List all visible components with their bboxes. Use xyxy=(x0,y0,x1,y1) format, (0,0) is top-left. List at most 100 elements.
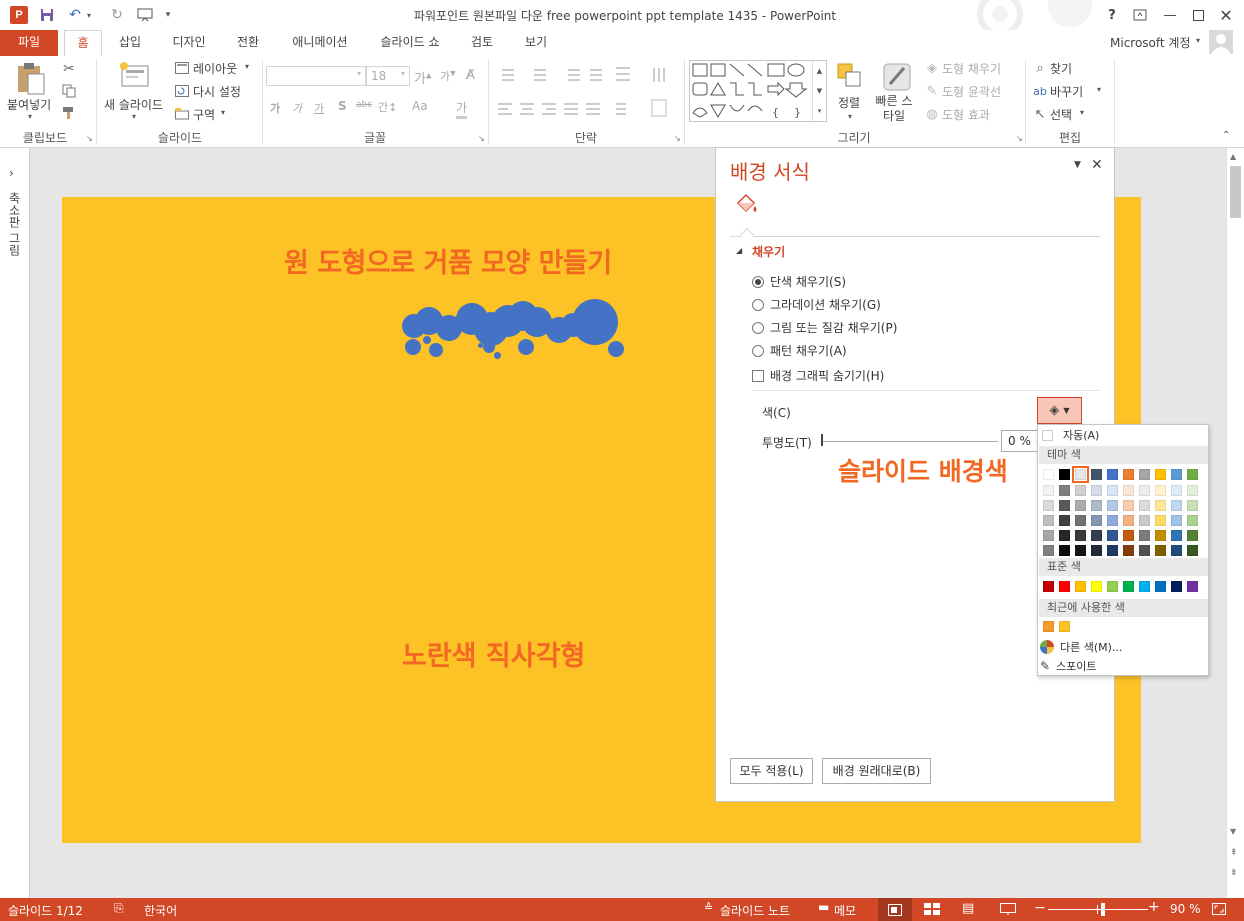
layout-button[interactable]: 레이아웃 xyxy=(193,60,237,77)
ribbon-display-options-icon[interactable] xyxy=(1130,5,1150,25)
reset-background-button[interactable]: 배경 원래대로(B) xyxy=(822,758,931,784)
strikethrough-icon[interactable]: abc xyxy=(356,100,372,110)
start-slideshow-icon[interactable] xyxy=(136,6,154,24)
fill-category-icon[interactable] xyxy=(734,193,760,217)
tab-transitions[interactable]: 전환 xyxy=(226,30,270,56)
theme-color-swatch[interactable] xyxy=(1123,515,1134,526)
normal-view-icon[interactable] xyxy=(878,898,912,921)
theme-color-swatch[interactable] xyxy=(1155,515,1166,526)
spell-check-icon[interactable]: ⎘ xyxy=(114,901,124,916)
theme-color-swatch[interactable] xyxy=(1091,469,1102,480)
theme-color-swatch[interactable] xyxy=(1043,515,1054,526)
paste-button[interactable]: 붙여넣기 xyxy=(7,96,51,113)
theme-color-swatch[interactable] xyxy=(1139,545,1150,556)
zoom-in-icon[interactable]: + xyxy=(1148,899,1160,915)
tab-design[interactable]: 디자인 xyxy=(160,30,218,56)
radio-gradient-fill[interactable]: 그라데이션 채우기(G) xyxy=(752,296,881,313)
account-dropdown-icon[interactable]: ▾ xyxy=(1196,36,1200,45)
slide-counter[interactable]: 슬라이드 1/12 xyxy=(8,902,83,919)
theme-color-swatch[interactable] xyxy=(1123,500,1134,511)
theme-color-swatch[interactable] xyxy=(1075,545,1086,556)
shapes-gallery[interactable]: {} ▲ ▼ ▾ xyxy=(689,60,827,122)
theme-color-swatch[interactable] xyxy=(1155,545,1166,556)
layout-dropdown-icon[interactable]: ▾ xyxy=(245,62,249,71)
theme-color-swatch[interactable] xyxy=(1187,469,1198,480)
help-button[interactable]: ? xyxy=(1102,5,1122,25)
grow-font-icon[interactable]: 가▲ xyxy=(414,68,431,87)
radio-picture-fill-circle[interactable] xyxy=(752,321,764,334)
standard-color-swatch[interactable] xyxy=(1155,581,1166,592)
format-painter-icon[interactable] xyxy=(60,104,78,122)
tab-animations[interactable]: 애니메이션 xyxy=(280,30,360,56)
theme-color-swatch[interactable] xyxy=(1187,515,1198,526)
close-icon[interactable]: ✕ xyxy=(1216,5,1236,25)
paste-icon[interactable] xyxy=(14,60,48,96)
theme-color-swatch[interactable] xyxy=(1091,530,1102,541)
clear-format-icon[interactable]: A̸ xyxy=(466,68,475,83)
notes-icon[interactable]: ≙ xyxy=(704,901,713,914)
theme-color-swatch[interactable] xyxy=(1123,530,1134,541)
theme-color-swatch[interactable] xyxy=(1091,500,1102,511)
tab-home[interactable]: 홈 xyxy=(64,30,102,57)
hide-graphics-checkbox[interactable]: 배경 그래픽 숨기기(H) xyxy=(752,367,884,384)
customize-qat-icon[interactable]: ▾ xyxy=(162,6,174,24)
radio-gradient-fill-label[interactable]: 그라데이션 채우기(G) xyxy=(770,296,881,313)
slide-bottom-label[interactable]: 노란색 직사각형 xyxy=(402,634,585,673)
bold-icon[interactable]: 가 xyxy=(270,100,280,116)
paste-dropdown-icon[interactable]: ▾ xyxy=(28,112,32,121)
theme-color-swatch[interactable] xyxy=(1107,485,1118,496)
tab-slideshow[interactable]: 슬라이드 쇼 xyxy=(370,30,450,56)
theme-color-swatch[interactable] xyxy=(1155,485,1166,496)
radio-pattern-fill-label[interactable]: 패턴 채우기(A) xyxy=(770,342,847,359)
thumbnail-pane-label[interactable]: 축소판 그림 xyxy=(6,192,23,256)
pane-close-icon[interactable]: ✕ xyxy=(1091,157,1103,173)
theme-color-swatch[interactable] xyxy=(1171,485,1182,496)
find-button[interactable]: 찾기 xyxy=(1050,60,1072,77)
theme-color-swatch[interactable] xyxy=(1187,545,1198,556)
more-colors-option[interactable]: 다른 색(M)... xyxy=(1040,638,1208,656)
theme-color-swatch[interactable] xyxy=(1059,545,1070,556)
theme-color-swatch[interactable] xyxy=(1107,500,1118,511)
theme-color-swatch[interactable] xyxy=(1091,515,1102,526)
fill-color-button[interactable]: ◈ ▼ xyxy=(1037,397,1082,424)
theme-color-swatch[interactable] xyxy=(1043,485,1054,496)
language-indicator[interactable]: 한국어 xyxy=(144,902,177,919)
theme-color-swatch[interactable] xyxy=(1123,485,1134,496)
theme-color-swatch[interactable] xyxy=(1107,469,1118,480)
radio-solid-fill-circle[interactable] xyxy=(752,275,764,288)
comments-icon[interactable]: ▬ xyxy=(818,900,829,914)
radio-gradient-fill-circle[interactable] xyxy=(752,298,764,311)
section-fill-label[interactable]: 채우기 xyxy=(752,243,785,260)
quick-styles-button[interactable]: 빠른 스타일 xyxy=(872,94,916,124)
next-slide-icon[interactable]: ⇟ xyxy=(1230,868,1238,878)
theme-color-swatch[interactable] xyxy=(1139,530,1150,541)
arrange-icon[interactable] xyxy=(836,62,864,90)
theme-color-swatch[interactable] xyxy=(1123,469,1134,480)
apply-to-all-button[interactable]: 모두 적용(L) xyxy=(730,758,813,784)
automatic-color-option[interactable]: 자동(A) xyxy=(1039,426,1208,444)
tab-view[interactable]: 보기 xyxy=(514,30,558,56)
theme-color-swatch[interactable] xyxy=(1171,515,1182,526)
font-launcher-icon[interactable]: ↘ xyxy=(478,134,485,143)
bubble-group[interactable] xyxy=(400,299,630,369)
theme-color-swatch[interactable] xyxy=(1075,530,1086,541)
theme-color-swatch[interactable] xyxy=(1075,515,1086,526)
account-name[interactable]: Microsoft 계정 xyxy=(1110,34,1191,51)
collapse-fill-icon[interactable]: ◢ xyxy=(736,246,742,255)
theme-color-swatch[interactable] xyxy=(1139,469,1150,480)
section-button[interactable]: 구역 xyxy=(193,106,215,123)
scroll-thumb[interactable] xyxy=(1230,166,1241,218)
standard-color-swatch[interactable] xyxy=(1107,581,1118,592)
new-slide-icon[interactable] xyxy=(118,60,152,94)
paragraph-launcher-icon[interactable]: ↘ xyxy=(674,134,681,143)
scroll-up-icon[interactable]: ▲ xyxy=(1230,152,1236,161)
new-slide-dropdown-icon[interactable]: ▾ xyxy=(132,112,136,121)
radio-solid-fill-label[interactable]: 단색 채우기(S) xyxy=(770,273,846,290)
radio-pattern-fill[interactable]: 패턴 채우기(A) xyxy=(752,342,847,359)
italic-icon[interactable]: 가 xyxy=(292,100,302,116)
copy-icon[interactable] xyxy=(60,82,78,100)
replace-dropdown-icon[interactable]: ▾ xyxy=(1097,85,1101,94)
theme-color-swatch[interactable] xyxy=(1107,530,1118,541)
shape-effects-button[interactable]: 도형 효과 xyxy=(942,106,990,123)
theme-color-swatch[interactable] xyxy=(1043,500,1054,511)
